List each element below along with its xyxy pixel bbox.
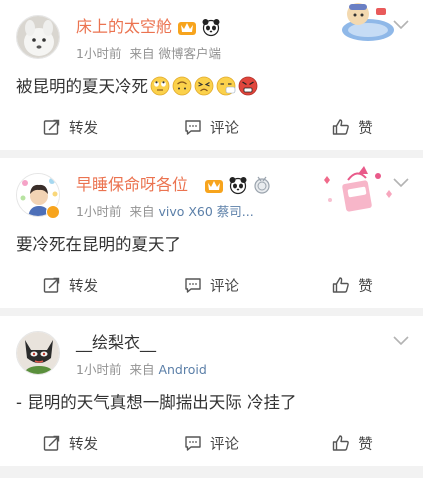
user-badges (177, 17, 221, 37)
source-prefix: 来自 (129, 46, 155, 61)
comment-text: 被昆明的夏天冷死 (16, 77, 148, 96)
like-button[interactable]: 赞 (282, 117, 423, 138)
comment-button[interactable]: 评论 (141, 433, 282, 454)
thumbs-up-icon (333, 435, 350, 451)
post-meta: 1小时前 来自 vivo X60 蔡司... (76, 201, 254, 220)
source-prefix: 来自 (129, 204, 155, 219)
like-button[interactable]: 赞 (282, 275, 423, 296)
repost-button[interactable]: 转发 (0, 433, 141, 454)
comment-icon (185, 120, 201, 135)
username[interactable]: 床上的太空舱 (76, 16, 172, 38)
verified-badge-icon (46, 205, 60, 219)
like-label: 赞 (358, 278, 373, 295)
tired-emoji-icon (194, 76, 214, 96)
card-decoration-image (324, 166, 392, 212)
avatar[interactable] (16, 331, 60, 375)
action-bar: 转发 评论 赞 (0, 262, 423, 308)
avatar[interactable] (16, 15, 60, 59)
username[interactable]: 早睡保命呀各位 (76, 174, 188, 196)
post-meta: 1小时前 来自 微博客户端 (76, 43, 221, 62)
comment-label: 评论 (210, 278, 239, 295)
like-button[interactable]: 赞 (282, 433, 423, 454)
user-badges (204, 175, 272, 195)
like-label: 赞 (358, 120, 373, 137)
repost-icon (43, 119, 60, 135)
vip-crown-badge-icon (205, 180, 223, 193)
panda-badge-icon (229, 177, 247, 195)
comment-card: 早睡保命呀各位 1小时前 来自 vivo X60 蔡司... 要冷死在昆明的夏天… (0, 158, 423, 308)
card-decoration-image (342, 3, 394, 41)
vip-crown-badge-icon (178, 22, 196, 35)
comment-button[interactable]: 评论 (141, 117, 282, 138)
comment-text: - 昆明的天气真想一脚揣出天际 冷挂了 (16, 393, 297, 412)
thumbs-up-icon (333, 119, 350, 135)
comment-button[interactable]: 评论 (141, 275, 282, 296)
thumbs-up-icon (333, 277, 350, 293)
comment-card: 床上的太空舱 1小时前 来自 微博客户端 被昆明的夏天冷死 转发 评论 赞 (0, 0, 423, 150)
repost-icon (43, 277, 60, 293)
comment-text-row: 被昆明的夏天冷死 (16, 76, 258, 98)
panda-badge-icon (202, 19, 220, 37)
upside-down-emoji-icon (172, 76, 192, 96)
comment-icon (185, 278, 201, 293)
medal-badge-icon (254, 176, 270, 194)
sneeze-emoji-icon (216, 76, 236, 96)
comment-icon (185, 436, 201, 451)
post-meta: 1小时前 来自 Android (76, 359, 207, 378)
comment-card: __绘梨衣__ 1小时前 来自 Android - 昆明的天气真想一脚揣出天际 冷… (0, 316, 423, 466)
like-label: 赞 (358, 436, 373, 453)
username[interactable]: __绘梨衣__ (76, 332, 156, 354)
action-bar: 转发 评论 赞 (0, 104, 423, 150)
post-source: 微博客户端 (158, 46, 221, 61)
post-time: 1小时前 (76, 46, 122, 61)
chevron-down-icon[interactable] (393, 336, 409, 346)
angry-emoji-icon (238, 76, 258, 96)
repost-button[interactable]: 转发 (0, 275, 141, 296)
comment-text: 要冷死在昆明的夏天了 (16, 235, 181, 254)
post-time: 1小时前 (76, 362, 122, 377)
comment-label: 评论 (210, 436, 239, 453)
post-source[interactable]: Android (158, 362, 206, 377)
chevron-down-icon[interactable] (393, 20, 409, 30)
post-time: 1小时前 (76, 204, 122, 219)
eyeroll-emoji-icon (150, 76, 170, 96)
comment-label: 评论 (210, 120, 239, 137)
chevron-down-icon[interactable] (393, 178, 409, 188)
repost-label: 转发 (69, 278, 98, 295)
comment-feed: 床上的太空舱 1小时前 来自 微博客户端 被昆明的夏天冷死 转发 评论 赞 早睡… (0, 0, 423, 466)
post-source[interactable]: vivo X60 蔡司... (158, 204, 253, 219)
repost-label: 转发 (69, 120, 98, 137)
repost-button[interactable]: 转发 (0, 117, 141, 138)
repost-icon (43, 435, 60, 451)
source-prefix: 来自 (129, 362, 155, 377)
repost-label: 转发 (69, 436, 98, 453)
action-bar: 转发 评论 赞 (0, 420, 423, 466)
